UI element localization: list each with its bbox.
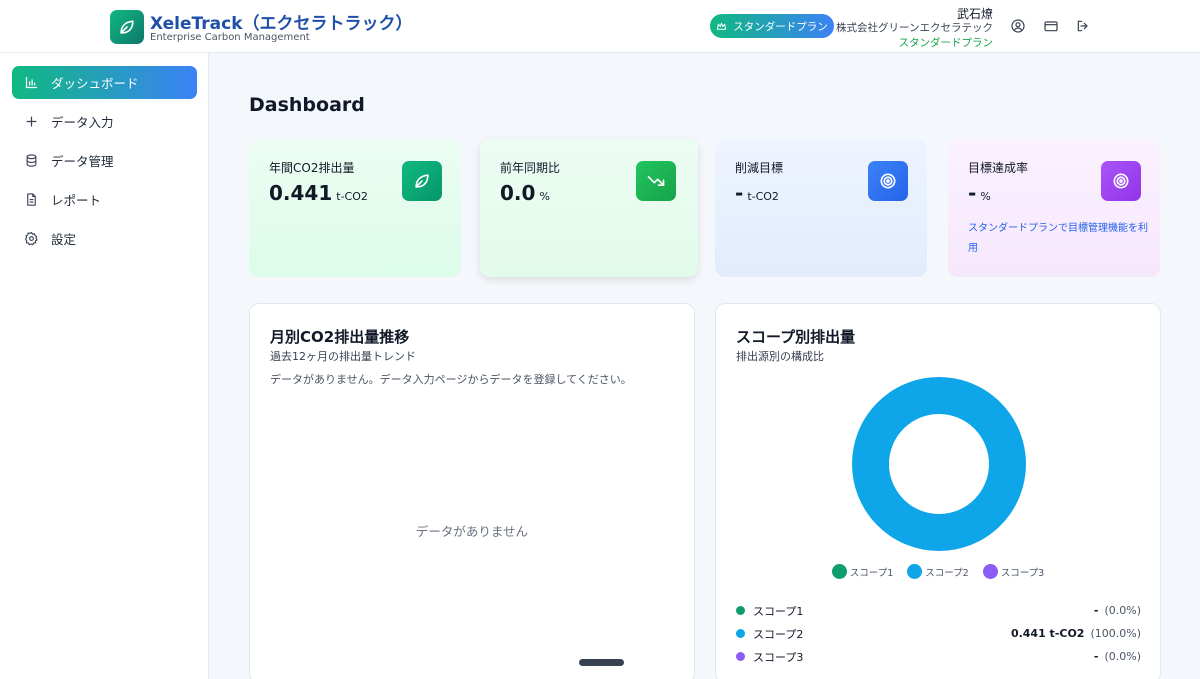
status-dot [736,606,745,615]
sidebar-item-label: レポート [51,193,102,208]
yoy-card: 前年同期比 0.0% [480,139,698,277]
achievement-rate-card: 目標達成率 -% スタンダードプランで目標管理機能を利用 [948,139,1160,277]
trending-down-icon [647,176,665,186]
card-value: 0.441 t-CO2 [269,181,368,205]
sidebar-item-label: データ管理 [51,154,114,169]
app-subtitle: Enterprise Carbon Management [150,32,310,43]
scope-value: - [1093,604,1099,617]
sidebar-item-dashboard[interactable]: ダッシュボード [12,66,197,99]
target-icon [1113,173,1129,189]
user-circle-icon[interactable] [1010,18,1026,34]
sidebar-item-label: データ入力 [51,115,114,130]
reduction-target-card: 削減目標 - t-CO2 [715,139,927,277]
page-title: Dashboard [249,94,365,116]
card-value: - t-CO2 [735,181,779,205]
sidebar-item-data-management[interactable]: データ管理 [12,144,197,177]
app-logo[interactable] [110,10,144,44]
status-dot [736,629,745,638]
scope-donut-chart [852,377,1026,551]
scope-name: スコープ1 [753,604,804,618]
card-label: 削減目標 [735,161,784,175]
card-label: 目標達成率 [968,161,1029,175]
scope-name: スコープ3 [753,650,804,664]
scope-percent: (0.0%) [1104,650,1141,663]
database-icon [26,154,37,167]
card-icon-box [1101,161,1141,201]
logout-icon[interactable] [1075,18,1091,34]
sidebar-item-data-input[interactable]: データ入力 [12,105,197,138]
plus-icon [26,116,37,127]
empty-chart-message: データがありません [415,524,529,539]
app-title: XeleTrack（エクセラトラック） [150,14,413,34]
upgrade-link[interactable]: スタンダードプランで目標管理機能を利用 [968,219,1148,259]
legend-item[interactable]: スコープ1 [831,564,893,579]
annual-co2-card: 年間CO2排出量 0.441 t-CO2 [249,139,461,277]
no-data-message: データがありません。データ入力ページからデータを登録してください。 [270,373,632,386]
donut-slice-2[interactable] [852,377,1026,551]
sidebar-item-label: 設定 [51,232,77,247]
status-dot [736,652,745,661]
monthly-emissions-panel: 月別CO2排出量推移 過去12ヶ月の排出量トレンド データがありません。データ入… [249,303,695,679]
scroll-handle[interactable] [579,659,624,666]
legend-item[interactable]: スコープ3 [982,564,1044,579]
scope-percent: (100.0%) [1090,627,1141,640]
user-plan: スタンダードプラン [898,37,994,49]
sidebar-item-report[interactable]: レポート [12,183,197,216]
target-icon [880,173,896,189]
leaf-icon [120,20,134,34]
card-value: 0.0% [500,181,550,205]
legend-item[interactable]: スコープ2 [907,564,969,579]
scope-row: スコープ3 - (0.0%) [736,645,1141,668]
panel-title: スコープ別排出量 [736,328,856,346]
leaf-icon [415,174,429,188]
bar-chart-icon [25,76,38,89]
card-icon-box [636,161,676,201]
plan-button-label: スタンダードプラン [733,20,828,33]
crown-icon [717,22,727,30]
scope-row: スコープ2 0.441 t-CO2 (100.0%) [736,622,1141,645]
company-name: 株式会社グリーンエクセラテック [836,22,993,34]
scope-row: スコープ1 - (0.0%) [736,599,1141,622]
credit-card-icon[interactable] [1043,18,1059,34]
sidebar-item-settings[interactable]: 設定 [12,222,197,255]
card-icon-box [868,161,908,201]
panel-title: 月別CO2排出量推移 [270,328,410,346]
top-header: XeleTrack（エクセラトラック） Enterprise Carbon Ma… [0,0,1200,53]
card-icon-box [402,161,442,201]
card-value: -% [968,181,991,205]
chart-legend: スコープ1 スコープ2 スコープ3 [716,564,1160,579]
card-label: 年間CO2排出量 [269,161,355,175]
plan-button[interactable]: スタンダードプラン [710,14,834,38]
sidebar: ダッシュボード データ入力 データ管理 レポート 設定 [0,53,209,679]
panel-subtitle: 排出源別の構成比 [736,350,824,363]
scope-value: - [1093,650,1099,663]
scope-name: スコープ2 [753,627,804,641]
scope-breakdown-list: スコープ1 - (0.0%) スコープ2 0.441 t-CO2 (100.0%) … [736,599,1141,668]
card-label: 前年同期比 [500,161,561,175]
scope-value: 0.441 t-CO2 [1010,627,1085,640]
sidebar-item-label: ダッシュボード [51,76,139,91]
scope-emissions-panel: スコープ別排出量 排出源別の構成比 スコープ1 スコープ2 スコープ3 スコープ… [715,303,1161,679]
scope-percent: (0.0%) [1104,604,1141,617]
panel-subtitle: 過去12ヶ月の排出量トレンド [270,350,416,363]
document-icon [27,193,36,206]
gear-icon [24,231,38,246]
